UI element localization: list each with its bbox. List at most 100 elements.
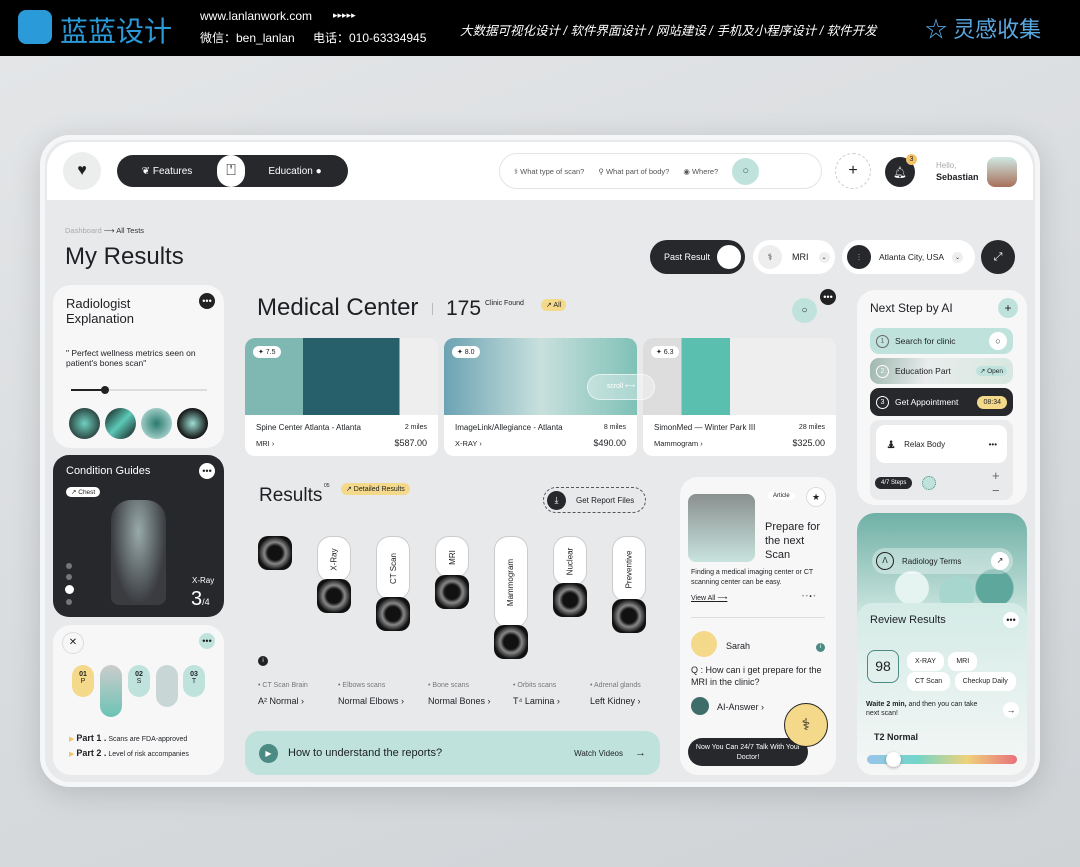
stethoscope-icon[interactable]: ⚕ <box>784 703 828 747</box>
get-report-button[interactable]: ⤓ Get Report Files <box>543 487 646 513</box>
scan-thumb[interactable] <box>69 408 100 439</box>
scan-thumb[interactable] <box>553 583 587 617</box>
watch-videos-link[interactable]: Watch Videos <box>574 749 623 758</box>
past-result-button[interactable]: Past Result <box>650 240 745 274</box>
result-tab-label: Nuclear <box>565 547 575 575</box>
score: 98 <box>867 650 899 683</box>
clinic-type[interactable]: Mammogram › <box>654 439 703 448</box>
step-appointment[interactable]: 3 Get Appointment 08:34 <box>870 388 1013 416</box>
nav-features-label: Features <box>152 165 193 177</box>
play-icon[interactable]: ▶ <box>259 743 278 763</box>
star-icon[interactable]: ★ <box>806 487 826 507</box>
nav-features[interactable]: ❦ Features <box>117 166 217 177</box>
test-tube-icon[interactable]: ⍞ <box>217 155 245 187</box>
result-tab-label: MRI <box>447 549 457 565</box>
ai-answer-link[interactable]: AI-Answer › <box>717 702 764 712</box>
scan-type-select[interactable]: ⚕ MRI ⌄ <box>753 240 835 274</box>
scan-thumb[interactable] <box>258 536 292 570</box>
clinic-card[interactable]: ✦ 7.5 Spine Center Atlanta - Atlanta 2 m… <box>245 338 438 456</box>
result-tab[interactable]: CT Scan <box>376 536 410 600</box>
more-icon[interactable]: ••• <box>820 289 836 305</box>
result-value[interactable]: Normal Bones › <box>428 696 491 706</box>
condition-guides-card: Condition Guides ••• ↗ Chest X-Ray 3/4 <box>53 455 224 617</box>
slider-handle[interactable] <box>101 386 109 394</box>
expand-icon[interactable]: ⤢ <box>981 240 1015 274</box>
clinic-card[interactable]: ✦ 6.3 SimonMed — Winter Park III 28 mile… <box>643 338 836 456</box>
scan-thumb[interactable] <box>435 575 469 609</box>
radiology-terms-button[interactable]: ᐱ Radiology Terms ↗ <box>872 548 1013 574</box>
avatar[interactable] <box>987 157 1017 187</box>
result-value[interactable]: T⁴ Lamina › <box>513 696 560 706</box>
more-icon[interactable]: ••• <box>1003 612 1019 628</box>
result-tab[interactable]: X-Ray <box>317 536 351 582</box>
info-icon[interactable]: i <box>816 643 825 652</box>
loader-icon <box>922 476 936 490</box>
add-step-button[interactable]: + <box>998 298 1018 318</box>
step-search-clinic[interactable]: 1 Search for clinic ○ <box>870 328 1013 354</box>
nav-education[interactable]: Education ● <box>245 166 345 177</box>
chip[interactable]: CT Scan <box>907 672 951 691</box>
article-desc: Finding a medical imaging center or CT s… <box>691 569 814 586</box>
close-icon[interactable]: ✕ <box>62 632 84 654</box>
info-icon[interactable]: i <box>258 656 268 666</box>
audio-slider[interactable] <box>71 386 207 394</box>
location-select[interactable]: ⫶ Atlanta City, USA ⌄ <box>842 240 975 274</box>
step-education[interactable]: 2 Education Part ↗ Open <box>870 358 1013 384</box>
result-tab[interactable]: Nuclear <box>553 536 587 586</box>
chip[interactable]: Checkup Daily <box>954 672 1016 691</box>
result-value[interactable]: A² Normal › <box>258 696 304 706</box>
scan-thumb[interactable] <box>612 599 646 633</box>
result-value[interactable]: Left Kidney › <box>590 696 641 706</box>
step-t[interactable]: 03 T <box>183 665 205 697</box>
zoom-controls[interactable]: + − <box>992 468 1000 498</box>
all-filter[interactable]: ↗ All <box>541 299 567 311</box>
scroll-hint[interactable]: scroll ⟷ <box>587 374 655 400</box>
arrow-right-icon[interactable]: → <box>635 747 646 759</box>
body-part-field[interactable]: ⚲ What part of body? <box>598 167 669 176</box>
clinic-count: 175 <box>446 297 482 320</box>
scan-thumb[interactable] <box>177 408 208 439</box>
open-link[interactable]: ↗ Open <box>975 366 1007 376</box>
gauge-handle[interactable] <box>885 752 901 767</box>
search-button[interactable]: ○ <box>732 157 760 185</box>
more-icon[interactable]: ••• <box>199 633 215 649</box>
where-field[interactable]: ◉ Where? <box>683 167 718 176</box>
video-banner[interactable]: ▶ How to understand the reports? Watch V… <box>245 731 660 775</box>
more-icon[interactable]: ••• <box>989 440 997 449</box>
scan-thumb[interactable] <box>494 625 528 659</box>
status-label: T2 Normal <box>874 732 919 742</box>
result-tab[interactable]: Preventive <box>612 536 646 602</box>
view-all-link[interactable]: View All ⟶ <box>691 594 727 602</box>
status-gauge[interactable] <box>867 752 1017 767</box>
clinic-type[interactable]: X-RAY › <box>455 439 482 448</box>
result-tab[interactable]: Mammogram <box>494 536 528 628</box>
clinic-distance: 8 miles <box>603 424 626 431</box>
step-s[interactable]: 02 S <box>128 665 150 697</box>
talk-doctor-button[interactable]: Now You Can 24/7 Talk With Your Doctor! <box>688 738 808 766</box>
scan-thumb[interactable] <box>317 579 351 613</box>
scan-thumb[interactable] <box>105 408 136 439</box>
chest-tag[interactable]: ↗ Chest <box>66 487 101 497</box>
search-icon[interactable]: ○ <box>792 298 817 323</box>
part-1: ▶ Part 1 . Scans are FDA-approved <box>69 733 188 743</box>
breadcrumb-root[interactable]: Dashboard <box>65 226 102 235</box>
more-icon[interactable]: ••• <box>199 293 215 309</box>
scan-thumb[interactable] <box>376 597 410 631</box>
scan-type-field[interactable]: ⚕ What type of scan? <box>514 167 584 176</box>
step-p[interactable]: 01 P <box>72 665 94 697</box>
add-button[interactable]: + <box>835 153 871 189</box>
scan-thumb[interactable] <box>141 408 172 439</box>
clinic-distance: 2 miles <box>404 424 427 431</box>
clinic-type[interactable]: MRI › <box>256 439 274 448</box>
relax-body-item[interactable]: 🧘︎ Relax Body ••• <box>876 425 1007 463</box>
radiologist-quote: " Perfect wellness metrics seen on patie… <box>66 348 196 368</box>
divider <box>691 617 825 618</box>
app-logo-icon[interactable]: ♥ <box>63 152 101 190</box>
more-icon[interactable]: ••• <box>199 463 215 479</box>
result-tab[interactable]: MRI <box>435 536 469 578</box>
result-value[interactable]: Normal Elbows › <box>338 696 404 706</box>
detailed-results-link[interactable]: ↗ Detailed Results <box>341 483 410 495</box>
arrow-right-icon[interactable]: → <box>1003 702 1019 718</box>
chip[interactable]: X-RAY <box>907 652 944 671</box>
chip[interactable]: MRI <box>948 652 978 671</box>
